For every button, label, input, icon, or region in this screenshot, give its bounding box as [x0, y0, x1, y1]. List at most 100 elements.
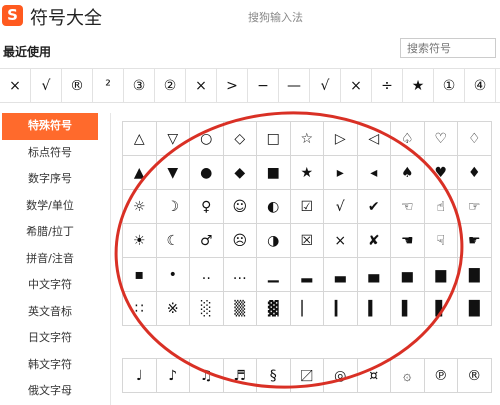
symbol-cell[interactable]: ▇: [458, 258, 492, 292]
symbol-cell[interactable]: ▄: [357, 258, 391, 292]
symbol-cell[interactable]: ▂: [290, 258, 324, 292]
symbol-cell[interactable]: ♤: [391, 122, 425, 156]
symbol-cell[interactable]: ۞: [391, 359, 425, 393]
sidebar-item[interactable]: 中文字符: [2, 272, 98, 299]
recent-symbol[interactable]: ★: [403, 69, 434, 102]
recent-symbol[interactable]: −: [248, 69, 279, 102]
symbol-cell[interactable]: 〼: [290, 359, 324, 393]
recent-symbol[interactable]: —: [279, 69, 310, 102]
sidebar-item[interactable]: 英文音标: [2, 299, 98, 326]
symbol-cell[interactable]: ▼: [156, 156, 190, 190]
symbol-cell[interactable]: ℗: [424, 359, 458, 393]
symbol-cell[interactable]: ☹: [223, 224, 257, 258]
symbol-cell[interactable]: ♬: [223, 359, 257, 393]
symbol-cell[interactable]: △: [123, 122, 157, 156]
symbol-cell[interactable]: ☜: [391, 190, 425, 224]
recent-symbol[interactable]: ③: [124, 69, 155, 102]
sidebar-item[interactable]: 俄文字母: [2, 378, 98, 405]
sidebar-item[interactable]: 标点符号: [2, 140, 98, 167]
symbol-cell[interactable]: ♀: [190, 190, 224, 224]
symbol-cell[interactable]: ▅: [391, 258, 425, 292]
symbol-cell[interactable]: ◑: [257, 224, 291, 258]
symbol-cell[interactable]: ▏: [290, 292, 324, 326]
symbol-cell[interactable]: √: [324, 190, 358, 224]
symbol-cell[interactable]: ∷: [123, 292, 157, 326]
recent-symbol[interactable]: ×: [186, 69, 217, 102]
symbol-cell[interactable]: ☆: [290, 122, 324, 156]
recent-symbol[interactable]: ④: [465, 69, 496, 102]
symbol-cell[interactable]: ■: [257, 156, 291, 190]
sidebar-item[interactable]: 数学/单位: [2, 193, 98, 220]
symbol-cell[interactable]: §: [257, 359, 291, 393]
symbol-cell[interactable]: ▽: [156, 122, 190, 156]
symbol-cell[interactable]: ☞: [458, 190, 492, 224]
symbol-cell[interactable]: ¤: [357, 359, 391, 393]
recent-symbol[interactable]: √: [310, 69, 341, 102]
symbol-cell[interactable]: ×: [324, 224, 358, 258]
symbol-cell[interactable]: ◁: [357, 122, 391, 156]
symbol-cell[interactable]: ※: [156, 292, 190, 326]
symbol-cell[interactable]: ☀: [123, 224, 157, 258]
symbol-cell[interactable]: ◎: [324, 359, 358, 393]
symbol-cell[interactable]: █: [458, 292, 492, 326]
symbol-cell[interactable]: ▷: [324, 122, 358, 156]
symbol-cell[interactable]: ☼: [123, 190, 157, 224]
symbol-cell[interactable]: ▲: [123, 156, 157, 190]
symbol-cell[interactable]: ◆: [223, 156, 257, 190]
symbol-cell[interactable]: ♫: [190, 359, 224, 393]
symbol-cell[interactable]: ▌: [391, 292, 425, 326]
symbol-cell[interactable]: ▁: [257, 258, 291, 292]
symbol-cell[interactable]: ░: [190, 292, 224, 326]
symbol-cell[interactable]: ☚: [391, 224, 425, 258]
symbol-cell[interactable]: …: [223, 258, 257, 292]
recent-symbol[interactable]: ②: [155, 69, 186, 102]
symbol-cell[interactable]: ▆: [424, 258, 458, 292]
symbol-cell[interactable]: ▒: [223, 292, 257, 326]
sidebar-item[interactable]: 韩文字符: [2, 352, 98, 379]
sidebar-item[interactable]: 希腊/拉丁: [2, 219, 98, 246]
symbol-cell[interactable]: ♩: [123, 359, 157, 393]
symbol-cell[interactable]: ☽: [156, 190, 190, 224]
sidebar-item[interactable]: 日文字符: [2, 325, 98, 352]
symbol-cell[interactable]: ○: [190, 122, 224, 156]
symbol-cell[interactable]: ●: [190, 156, 224, 190]
symbol-cell[interactable]: ◐: [257, 190, 291, 224]
symbol-cell[interactable]: ☑: [290, 190, 324, 224]
symbol-cell[interactable]: ✔: [357, 190, 391, 224]
symbol-cell[interactable]: ★: [290, 156, 324, 190]
symbol-cell[interactable]: ☛: [458, 224, 492, 258]
recent-symbol[interactable]: ÷: [372, 69, 403, 102]
symbol-cell[interactable]: ▍: [357, 292, 391, 326]
sidebar-item[interactable]: 拼音/注音: [2, 246, 98, 273]
symbol-cell[interactable]: ▃: [324, 258, 358, 292]
symbol-cell[interactable]: ♦: [458, 156, 492, 190]
symbol-cell[interactable]: •: [156, 258, 190, 292]
sidebar-item[interactable]: 特殊符号: [2, 113, 98, 140]
symbol-cell[interactable]: ☟: [424, 224, 458, 258]
recent-symbol[interactable]: ①: [434, 69, 465, 102]
symbol-cell[interactable]: ▪: [123, 258, 157, 292]
symbol-cell[interactable]: ®: [458, 359, 492, 393]
symbol-cell[interactable]: ✘: [357, 224, 391, 258]
symbol-cell[interactable]: ♠: [391, 156, 425, 190]
symbol-cell[interactable]: ♂: [190, 224, 224, 258]
symbol-cell[interactable]: ◇: [223, 122, 257, 156]
recent-symbol[interactable]: >: [217, 69, 248, 102]
symbol-cell[interactable]: ▓: [257, 292, 291, 326]
symbol-cell[interactable]: □: [257, 122, 291, 156]
symbol-cell[interactable]: ♡: [424, 122, 458, 156]
recent-symbol[interactable]: ×: [341, 69, 372, 102]
symbol-cell[interactable]: ♢: [458, 122, 492, 156]
symbol-cell[interactable]: ◂: [357, 156, 391, 190]
recent-symbol[interactable]: ®: [62, 69, 93, 102]
symbol-cell[interactable]: ☺: [223, 190, 257, 224]
symbol-cell[interactable]: ♪: [156, 359, 190, 393]
search-input[interactable]: [400, 38, 496, 58]
symbol-cell[interactable]: ▎: [324, 292, 358, 326]
sidebar-item[interactable]: 数字序号: [2, 166, 98, 193]
symbol-cell[interactable]: ‥: [190, 258, 224, 292]
symbol-cell[interactable]: ☾: [156, 224, 190, 258]
symbol-cell[interactable]: ☝: [424, 190, 458, 224]
symbol-cell[interactable]: ▸: [324, 156, 358, 190]
recent-symbol[interactable]: ²: [93, 69, 124, 102]
